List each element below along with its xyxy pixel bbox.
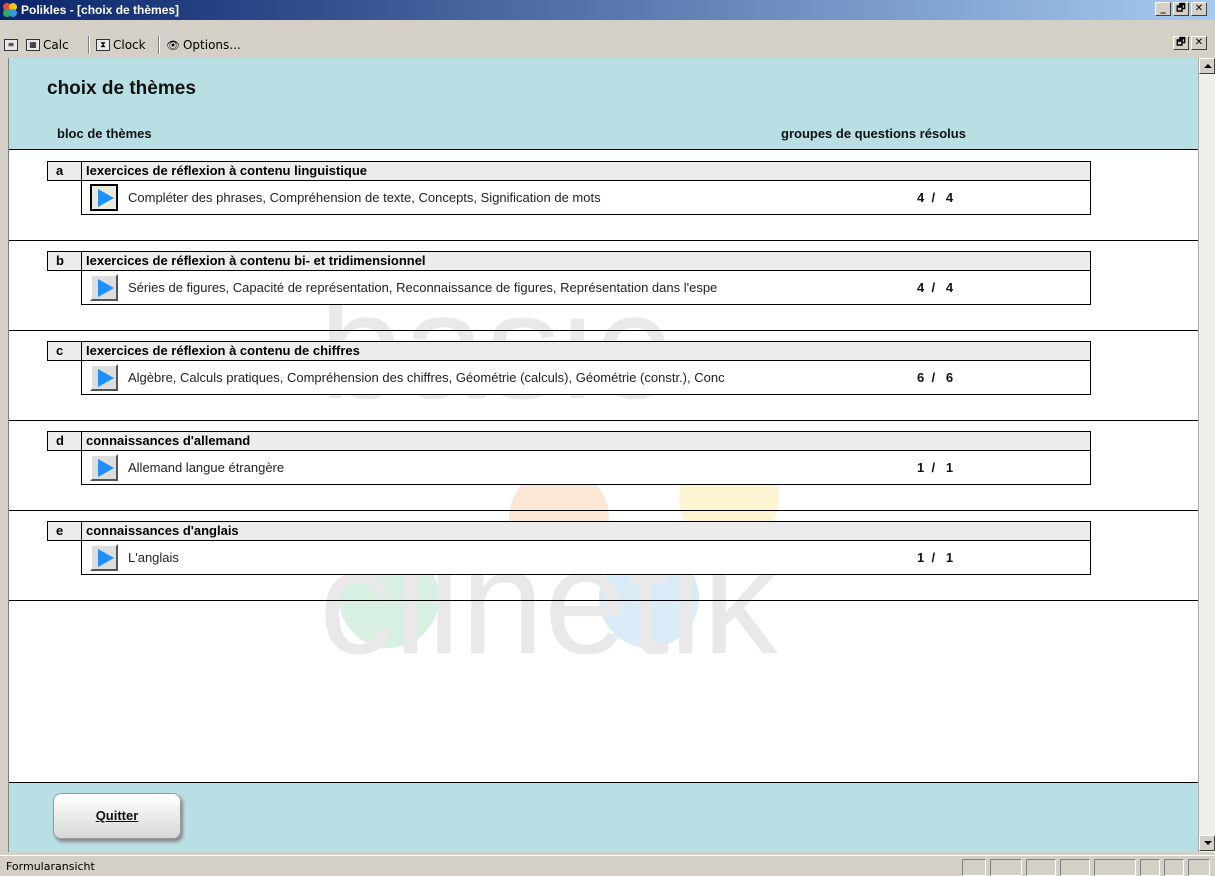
column-header-themes: bloc de thèmes xyxy=(57,126,152,141)
theme-block-header: a Iexercices de réflexion à contenu ling… xyxy=(47,161,1091,181)
mdi-restore-button[interactable]: 🗗 xyxy=(1173,36,1189,50)
theme-title: connaissances d'allemand xyxy=(86,433,251,448)
theme-letter: d xyxy=(48,432,82,450)
options-label: Options... xyxy=(182,38,241,52)
maximize-button[interactable]: 🗗 xyxy=(1173,2,1189,16)
status-panel xyxy=(1140,859,1160,876)
theme-letter: b xyxy=(48,252,82,270)
scroll-up-button[interactable] xyxy=(1199,58,1215,74)
question-group-row: Séries de figures, Capacité de représent… xyxy=(81,271,1091,305)
mdi-close-button[interactable]: ✕ xyxy=(1191,36,1207,50)
form-view-button[interactable]: ≡ xyxy=(4,37,18,53)
play-icon xyxy=(98,459,114,477)
status-panel xyxy=(990,859,1022,876)
status-panel xyxy=(1060,859,1090,876)
options-icon: 👁 xyxy=(166,38,180,52)
play-icon xyxy=(98,369,114,387)
question-group-row: Algèbre, Calculs pratiques, Compréhensio… xyxy=(81,361,1091,395)
app-icon xyxy=(3,3,17,17)
theme-title: connaissances d'anglais xyxy=(86,523,239,538)
window-title: Polikles - [choix de thèmes] xyxy=(21,3,180,17)
form-footer: Quitter xyxy=(9,782,1198,852)
status-panel xyxy=(1164,859,1184,876)
toolbar-separator xyxy=(158,36,160,54)
theme-letter: a xyxy=(48,162,82,180)
play-button[interactable] xyxy=(90,274,118,301)
status-panel xyxy=(1094,859,1136,876)
vertical-scrollbar[interactable] xyxy=(1198,58,1215,852)
status-panel xyxy=(1188,859,1210,876)
status-bar: Formularansicht xyxy=(0,855,1215,876)
theme-title: Iexercices de réflexion à contenu de chi… xyxy=(86,343,360,358)
calculator-icon: ▦ xyxy=(26,39,40,51)
theme-block-a: a Iexercices de réflexion à contenu ling… xyxy=(9,151,1198,241)
app-window: Polikles - [choix de thèmes] _ 🗗 ✕ ≡ ▦ C… xyxy=(0,0,1215,876)
form-area: choix de thèmes bloc de thèmes groupes d… xyxy=(8,58,1198,852)
play-icon xyxy=(98,549,114,567)
solved-count: 1 / 1 xyxy=(917,550,954,565)
question-groups-text: L'anglais xyxy=(128,550,179,565)
question-group-row: Compléter des phrases, Compréhension de … xyxy=(81,181,1091,215)
theme-block-header: c Iexercices de réflexion à contenu de c… xyxy=(47,341,1091,361)
theme-title: Iexercices de réflexion à contenu lingui… xyxy=(86,163,368,178)
status-text: Formularansicht xyxy=(6,860,95,873)
arrow-down-icon xyxy=(1204,841,1212,845)
theme-block-b: b Iexercices de réflexion à contenu bi- … xyxy=(9,241,1198,331)
clock-button[interactable]: ⧗ Clock xyxy=(96,37,146,53)
question-group-row: Allemand langue étrangère 1 / 1 xyxy=(81,451,1091,485)
theme-title: Iexercices de réflexion à contenu bi- et… xyxy=(86,253,426,268)
solved-count: 4 / 4 xyxy=(917,280,954,295)
play-button[interactable] xyxy=(90,364,118,391)
toolbar: ≡ ▦ Calc ⧗ Clock 👁 Options... 🗗 ✕ xyxy=(0,20,1215,58)
question-groups-text: Algèbre, Calculs pratiques, Compréhensio… xyxy=(128,370,725,385)
arrow-up-icon xyxy=(1204,64,1212,68)
calc-label: Calc xyxy=(43,38,69,52)
question-groups-text: Allemand langue étrangère xyxy=(128,460,285,475)
quit-label: Quitter xyxy=(95,808,139,823)
scroll-down-button[interactable] xyxy=(1199,835,1215,851)
theme-letter: e xyxy=(48,522,82,540)
play-icon xyxy=(98,189,114,207)
play-button[interactable] xyxy=(90,184,118,211)
close-button[interactable]: ✕ xyxy=(1191,2,1207,16)
play-button[interactable] xyxy=(90,544,118,571)
minimize-button[interactable]: _ xyxy=(1155,2,1171,16)
title-bar[interactable]: Polikles - [choix de thèmes] _ 🗗 ✕ xyxy=(0,0,1215,20)
solved-count: 4 / 4 xyxy=(917,190,954,205)
solved-count: 1 / 1 xyxy=(917,460,954,475)
page-title: choix de thèmes xyxy=(47,78,196,99)
theme-letter: c xyxy=(48,342,82,360)
status-panel xyxy=(1026,859,1056,876)
question-group-row: L'anglais 1 / 1 xyxy=(81,541,1091,575)
theme-block-header: d connaissances d'allemand xyxy=(47,431,1091,451)
theme-block-c: c Iexercices de réflexion à contenu de c… xyxy=(9,331,1198,421)
status-panel xyxy=(962,859,986,876)
clock-icon: ⧗ xyxy=(96,39,110,51)
form-view-icon: ≡ xyxy=(4,39,18,51)
question-groups-text: Compléter des phrases, Compréhension de … xyxy=(128,190,601,205)
clock-label: Clock xyxy=(113,38,146,52)
play-button[interactable] xyxy=(90,454,118,481)
column-header-solved: groupes de questions résolus xyxy=(781,126,966,141)
solved-count: 6 / 6 xyxy=(917,370,954,385)
theme-block-header: b Iexercices de réflexion à contenu bi- … xyxy=(47,251,1091,271)
theme-block-d: d connaissances d'allemand Allemand lang… xyxy=(9,421,1198,511)
question-groups-text: Séries de figures, Capacité de représent… xyxy=(128,280,718,295)
quit-button[interactable]: Quitter xyxy=(53,793,181,839)
toolbar-separator xyxy=(88,36,90,54)
options-button[interactable]: 👁 Options... xyxy=(166,37,241,53)
play-icon xyxy=(98,279,114,297)
form-header: choix de thèmes bloc de thèmes groupes d… xyxy=(9,58,1198,150)
theme-block-header: e connaissances d'anglais xyxy=(47,521,1091,541)
calc-button[interactable]: ▦ Calc xyxy=(26,37,69,53)
theme-block-e: e connaissances d'anglais L'anglais 1 / … xyxy=(9,511,1198,601)
